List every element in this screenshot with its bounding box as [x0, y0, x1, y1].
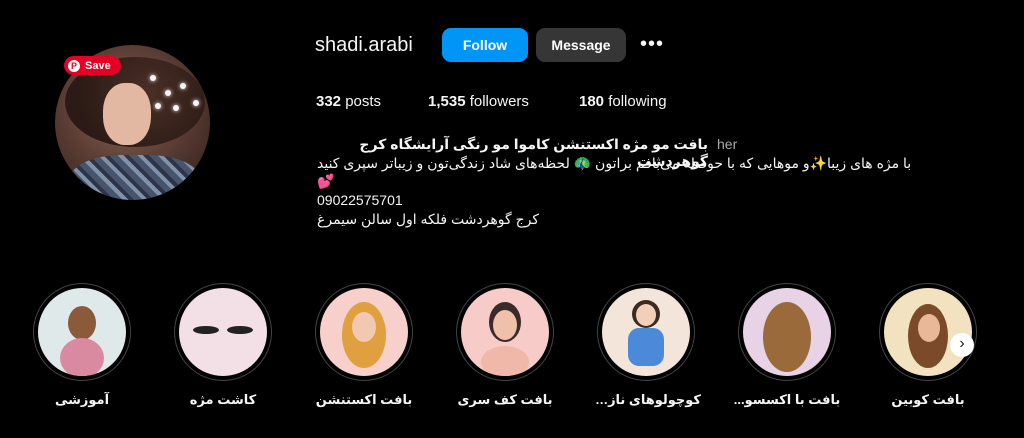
bio-address: کرج گوهردشت فلکه اول سالن سیمرغ — [317, 211, 540, 227]
pinterest-icon: P — [68, 59, 80, 72]
highlight-item[interactable]: کاشت مژه — [168, 283, 278, 408]
hair-flower — [155, 103, 161, 109]
highlight-label: بافت با اکسسو... — [733, 392, 841, 407]
following-label: following — [608, 93, 667, 110]
highlight-ring — [597, 283, 695, 381]
hair-flower — [180, 83, 186, 89]
highlight-label: آموزشی — [54, 392, 110, 407]
next-arrow-icon[interactable]: › — [950, 333, 974, 357]
highlight-label: کاشت مژه — [189, 392, 257, 407]
followers-count: 1,535 — [428, 93, 466, 110]
highlight-item[interactable]: بافت با اکسسو... — [732, 283, 842, 408]
hair-flower — [173, 105, 179, 111]
message-button[interactable]: Message — [536, 28, 626, 62]
followers-label: followers — [469, 93, 529, 110]
highlight-item[interactable]: بافت کف سری — [450, 283, 560, 408]
highlight-cover — [179, 288, 267, 376]
highlight-cover — [461, 288, 549, 376]
follow-button[interactable]: Follow — [442, 28, 528, 62]
highlight-ring — [174, 283, 272, 381]
posts-label: posts — [345, 93, 382, 110]
posts-stat[interactable]: 332 posts — [316, 93, 381, 110]
highlight-label: بافت کف سری — [457, 392, 553, 407]
heart-emoji: 💕 — [317, 173, 335, 189]
hair-flower — [165, 90, 171, 96]
highlight-cover — [320, 288, 408, 376]
highlight-label: کوچولوهای نازن... — [591, 392, 701, 407]
highlight-ring — [456, 283, 554, 381]
username: shadi.arabi — [315, 34, 413, 56]
highlight-label: بافت اکستنشن — [315, 392, 413, 407]
following-stat[interactable]: 180 following — [579, 93, 667, 110]
posts-count: 332 — [316, 93, 342, 110]
highlight-ring — [738, 283, 836, 381]
avatar-face — [103, 83, 151, 145]
followers-stat[interactable]: 1,535 followers — [428, 93, 529, 110]
avatar-shirt — [70, 155, 200, 200]
bio-text: با مژه های زیبا✨و موهایی که با حوصله می‌… — [317, 155, 912, 171]
highlight-cover — [38, 288, 126, 376]
hair-flower — [193, 100, 199, 106]
more-options-icon[interactable]: ••• — [640, 34, 664, 54]
pronoun: her — [717, 136, 738, 152]
highlight-ring — [315, 283, 413, 381]
bio-phone: 09022575701 — [317, 192, 403, 208]
hair-flower — [150, 75, 156, 81]
highlight-item[interactable]: آموزشی — [27, 283, 137, 408]
highlight-cover — [743, 288, 831, 376]
highlight-label: بافت کوبین — [891, 392, 965, 407]
pinterest-save-button[interactable]: P Save — [64, 56, 121, 75]
highlight-cover — [884, 288, 972, 376]
highlight-ring — [879, 283, 977, 381]
following-count: 180 — [579, 93, 605, 110]
highlight-item[interactable]: کوچولوهای نازن... — [591, 283, 701, 408]
highlight-item[interactable]: بافت اکستنشن — [309, 283, 419, 408]
highlight-cover — [602, 288, 690, 376]
highlight-ring — [33, 283, 131, 381]
save-label: Save — [85, 59, 111, 72]
